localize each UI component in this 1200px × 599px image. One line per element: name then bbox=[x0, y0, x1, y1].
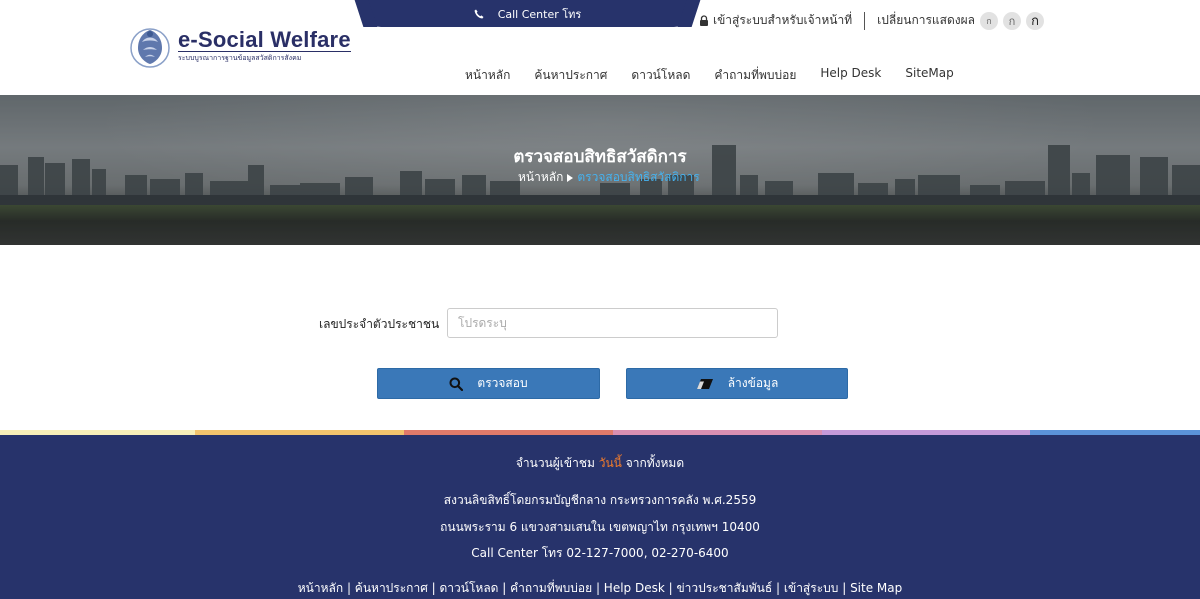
citizen-id-input[interactable] bbox=[447, 308, 778, 338]
top-utility-bar: เข้าสู่ระบบสำหรับเจ้าหน้าที่ เปลี่ยนการแ… bbox=[699, 11, 1044, 30]
footer-link-news[interactable]: ข่าวประชาสัมพันธ์ bbox=[676, 581, 772, 595]
clear-button-label: ล้างข้อมูล bbox=[727, 376, 779, 390]
nav-item-home[interactable]: หน้าหลัก bbox=[465, 66, 510, 85]
header: Call Center โทร e-Social Welfare ระบบบูร… bbox=[0, 0, 1200, 95]
logo-subtitle: ระบบบูรณาการฐานข้อมูลสวัสดิการสังคม bbox=[178, 50, 351, 64]
main-nav: หน้าหลัก ค้นหาประกาศ ดาวน์โหลด คำถามที่พ… bbox=[465, 66, 954, 85]
footer-link-separator: | bbox=[838, 581, 851, 595]
nav-item-download[interactable]: ดาวน์โหลด bbox=[631, 66, 690, 85]
footer-link-sitemap[interactable]: Site Map bbox=[850, 581, 902, 595]
display-change-label: เปลี่ยนการแสดงผล bbox=[877, 13, 975, 27]
footer-link-separator: | bbox=[343, 581, 355, 595]
font-size-medium-button[interactable]: ก bbox=[1003, 11, 1021, 30]
call-center-tab[interactable]: Call Center โทร bbox=[365, 0, 690, 27]
font-size-small-button[interactable]: ก bbox=[980, 11, 998, 30]
eraser-icon bbox=[696, 378, 713, 389]
footer-link-login[interactable]: เข้าสู่ระบบ bbox=[784, 581, 839, 595]
footer-link-separator: | bbox=[592, 581, 604, 595]
page-title: ตรวจสอบสิทธิสวัสดิการ bbox=[513, 147, 687, 167]
breadcrumb: หน้าหลัก ตรวจสอบสิทธิสวัสดิการ bbox=[518, 168, 700, 187]
footer-link-home[interactable]: หน้าหลัก bbox=[298, 581, 343, 595]
divider bbox=[864, 11, 866, 30]
nav-item-faq[interactable]: คำถามที่พบบ่อย bbox=[714, 66, 796, 85]
footer: จำนวนผู้เข้าชม วันนี้ จากทั้งหมด สงวนลิข… bbox=[0, 435, 1200, 599]
footer-link-faq[interactable]: คำถามที่พบบ่อย bbox=[510, 581, 592, 595]
check-button[interactable]: ตรวจสอบ bbox=[377, 368, 600, 399]
breadcrumb-arrow-icon bbox=[567, 173, 574, 182]
nav-item-search-announcement[interactable]: ค้นหาประกาศ bbox=[534, 66, 607, 85]
nav-item-help-desk[interactable]: Help Desk bbox=[820, 66, 881, 85]
call-center-label: Call Center โทร bbox=[497, 7, 582, 21]
phone-icon bbox=[474, 9, 484, 18]
footer-link-separator: | bbox=[772, 581, 784, 595]
site-logo[interactable]: e-Social Welfare ระบบบูรณาการฐานข้อมูลสว… bbox=[128, 22, 351, 70]
page-banner: ตรวจสอบสิทธิสวัสดิการ หน้าหลัก ตรวจสอบสิ… bbox=[0, 95, 1200, 245]
footer-link-help-desk[interactable]: Help Desk bbox=[604, 581, 665, 595]
footer-call-center: Call Center โทร 02-127-7000, 02-270-6400 bbox=[471, 546, 729, 560]
footer-link-separator: | bbox=[664, 581, 677, 595]
footer-link-separator: | bbox=[427, 581, 440, 595]
footer-link-download[interactable]: ดาวน์โหลด bbox=[439, 581, 498, 595]
visitors-today: วันนี้ bbox=[598, 456, 622, 470]
officer-login-link[interactable]: เข้าสู่ระบบสำหรับเจ้าหน้าที่ bbox=[713, 11, 852, 30]
visitors-prefix: จำนวนผู้เข้าชม bbox=[515, 456, 595, 470]
footer-links: หน้าหลัก | ค้นหาประกาศ | ดาวน์โหลด | คำถ… bbox=[0, 579, 1200, 598]
breadcrumb-current: ตรวจสอบสิทธิสวัสดิการ bbox=[577, 170, 700, 184]
emblem-logo bbox=[130, 28, 170, 68]
footer-link-separator: | bbox=[498, 581, 511, 595]
breadcrumb-home-link[interactable]: หน้าหลัก bbox=[518, 168, 563, 187]
footer-link-search-announcement[interactable]: ค้นหาประกาศ bbox=[355, 581, 428, 595]
logo-title: e-Social Welfare bbox=[178, 26, 351, 52]
font-size-large-button[interactable]: ก bbox=[1026, 11, 1044, 30]
footer-address: ถนนพระราม 6 แขวงสามเสนใน เขตพญาไท กรุงเท… bbox=[440, 520, 760, 534]
check-button-label: ตรวจสอบ bbox=[477, 376, 528, 390]
clear-button[interactable]: ล้างข้อมูล bbox=[626, 368, 848, 399]
search-icon bbox=[449, 377, 464, 391]
lock-icon bbox=[699, 15, 708, 26]
citizen-id-label: เลขประจำตัวประชาชน bbox=[319, 317, 440, 331]
visitors-suffix: จากทั้งหมด bbox=[625, 456, 685, 470]
nav-item-sitemap[interactable]: SiteMap bbox=[905, 66, 953, 85]
footer-copyright: สงวนลิขสิทธิ์โดยกรมบัญชีกลาง กระทรวงการค… bbox=[443, 493, 757, 507]
visitor-counter: จำนวนผู้เข้าชม วันนี้ จากทั้งหมด bbox=[0, 454, 1200, 473]
